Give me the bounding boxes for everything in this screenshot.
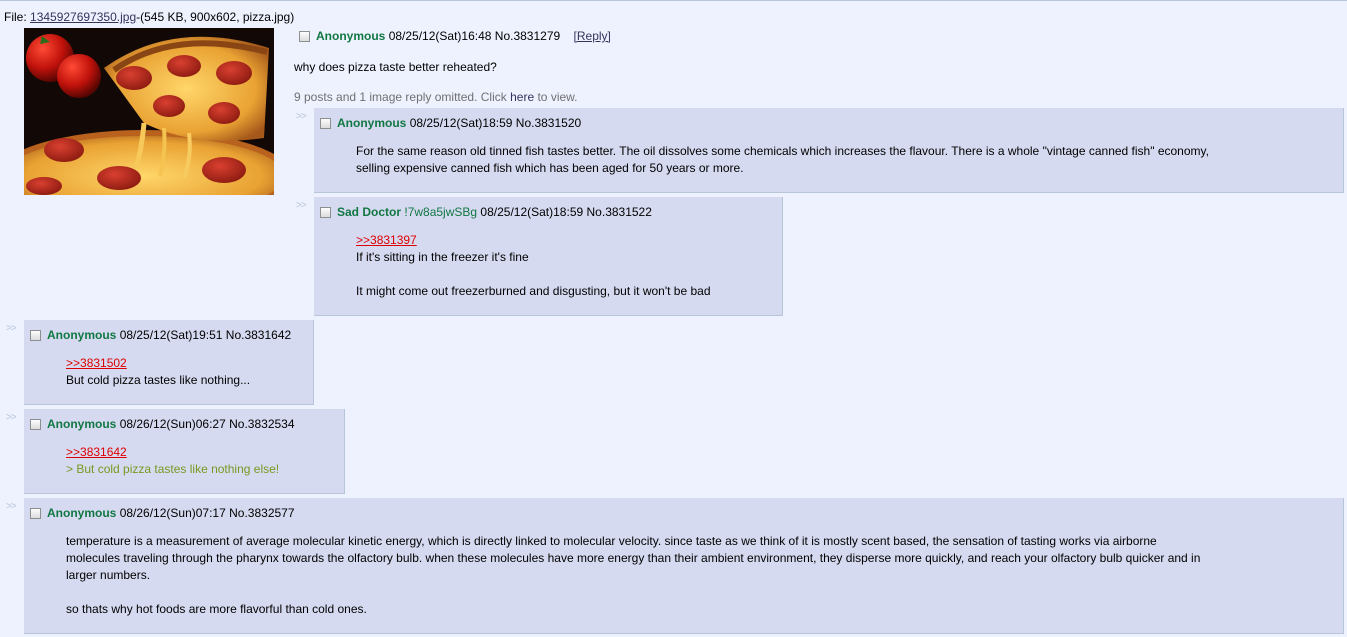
op-poster-name: Anonymous bbox=[316, 29, 386, 43]
comment-line: so thats why hot foods are more flavorfu… bbox=[66, 602, 367, 616]
top-divider bbox=[0, 0, 1347, 1]
comment-line: selling expensive canned fish which has … bbox=[356, 161, 744, 175]
pizza-image bbox=[24, 28, 274, 195]
reply-comment: temperature is a measurement of average … bbox=[66, 533, 1200, 618]
poster-name: Anonymous bbox=[47, 417, 117, 431]
comment-line: temperature is a measurement of average … bbox=[66, 534, 1157, 548]
reply-arrows: >> bbox=[6, 501, 17, 512]
reply-post: Anonymous 08/25/12(Sat)18:59 No.3831520 … bbox=[314, 108, 1344, 193]
post-datetime: 08/25/12(Sat)19:51 bbox=[119, 328, 223, 342]
omitted-here-link[interactable]: here bbox=[510, 90, 534, 104]
quote-link[interactable]: >>3831642 bbox=[66, 445, 127, 459]
file-link[interactable]: 1345927697350.jpg bbox=[30, 10, 136, 24]
op-post-number[interactable]: No.3831279 bbox=[495, 29, 560, 43]
post-number[interactable]: No.3831642 bbox=[226, 328, 291, 342]
reply-arrows: >> bbox=[6, 412, 17, 423]
file-info: File: 1345927697350.jpg-(545 KB, 900x602… bbox=[4, 10, 294, 24]
reply-header: Anonymous 08/25/12(Sat)19:51 No.3831642 bbox=[30, 328, 291, 342]
reply-select-checkbox[interactable] bbox=[320, 207, 331, 218]
op-datetime: 08/25/12(Sat)16:48 bbox=[388, 29, 492, 43]
post-number[interactable]: No.3831522 bbox=[587, 205, 652, 219]
post-number[interactable]: No.3832577 bbox=[229, 506, 294, 520]
poster-name: Anonymous bbox=[47, 328, 117, 342]
op-thumbnail-image[interactable] bbox=[24, 28, 274, 195]
comment-line: It might come out freezerburned and disg… bbox=[356, 284, 711, 298]
post-number[interactable]: No.3831520 bbox=[516, 116, 581, 130]
reply-comment: >>3831642 > But cold pizza tastes like n… bbox=[66, 444, 279, 478]
quote-link[interactable]: >>3831397 bbox=[356, 233, 417, 247]
post-datetime: 08/26/12(Sun)06:27 bbox=[119, 417, 226, 431]
reply-post: Sad Doctor !7w8a5jwSBg 08/25/12(Sat)18:5… bbox=[314, 197, 783, 316]
op-reply-link[interactable]: [Reply] bbox=[574, 29, 611, 43]
post-number[interactable]: No.3832534 bbox=[229, 417, 294, 431]
reply-select-checkbox[interactable] bbox=[30, 330, 41, 341]
reply-post: Anonymous 08/26/12(Sun)06:27 No.3832534 … bbox=[24, 409, 345, 494]
poster-tripcode: !7w8a5jwSBg bbox=[404, 205, 478, 219]
greentext-line: > But cold pizza tastes like nothing els… bbox=[66, 462, 280, 476]
omitted-suffix: to view. bbox=[534, 90, 578, 104]
reply-arrows: >> bbox=[296, 111, 307, 122]
reply-select-checkbox[interactable] bbox=[30, 508, 41, 519]
post-datetime: 08/26/12(Sun)07:17 bbox=[119, 506, 226, 520]
reply-arrows: >> bbox=[296, 200, 307, 211]
comment-line: larger numbers. bbox=[66, 568, 151, 582]
reply-header: Anonymous 08/26/12(Sun)07:17 No.3832577 bbox=[30, 506, 295, 520]
file-label: File: bbox=[4, 10, 31, 24]
file-meta: -(545 KB, 900x602, pizza.jpg) bbox=[136, 10, 295, 24]
poster-name: Sad Doctor bbox=[337, 205, 402, 219]
reply-header: Sad Doctor !7w8a5jwSBg 08/25/12(Sat)18:5… bbox=[320, 205, 652, 219]
reply-select-checkbox[interactable] bbox=[320, 118, 331, 129]
reply-select-checkbox[interactable] bbox=[30, 419, 41, 430]
omitted-text: 9 posts and 1 image reply omitted. Click bbox=[294, 90, 511, 104]
op-post-header: Anonymous 08/25/12(Sat)16:48 No.3831279 … bbox=[299, 29, 611, 43]
comment-line: But cold pizza tastes like nothing... bbox=[66, 373, 251, 387]
post-datetime: 08/25/12(Sat)18:59 bbox=[480, 205, 584, 219]
quote-link[interactable]: >>3831502 bbox=[66, 356, 127, 370]
reply-comment: >>3831502 But cold pizza tastes like not… bbox=[66, 355, 250, 389]
reply-post: Anonymous 08/25/12(Sat)19:51 No.3831642 … bbox=[24, 320, 314, 405]
op-comment: why does pizza taste better reheated? bbox=[294, 60, 497, 74]
comment-line: If it's sitting in the freezer it's fine bbox=[356, 250, 529, 264]
reply-header: Anonymous 08/25/12(Sat)18:59 No.3831520 bbox=[320, 116, 581, 130]
post-datetime: 08/25/12(Sat)18:59 bbox=[409, 116, 513, 130]
poster-name: Anonymous bbox=[47, 506, 117, 520]
reply-header: Anonymous 08/26/12(Sun)06:27 No.3832534 bbox=[30, 417, 295, 431]
omitted-notice: 9 posts and 1 image reply omitted. Click… bbox=[294, 90, 578, 104]
poster-name: Anonymous bbox=[337, 116, 407, 130]
reply-arrows: >> bbox=[6, 323, 17, 334]
op-select-checkbox[interactable] bbox=[299, 31, 310, 42]
reply-post: Anonymous 08/26/12(Sun)07:17 No.3832577 … bbox=[24, 498, 1344, 634]
comment-line: molecules traveling through the pharynx … bbox=[66, 551, 1201, 565]
reply-comment: >>3831397 If it's sitting in the freezer… bbox=[356, 232, 711, 300]
comment-line: For the same reason old tinned fish tast… bbox=[356, 144, 1209, 158]
reply-comment: For the same reason old tinned fish tast… bbox=[356, 143, 1209, 177]
